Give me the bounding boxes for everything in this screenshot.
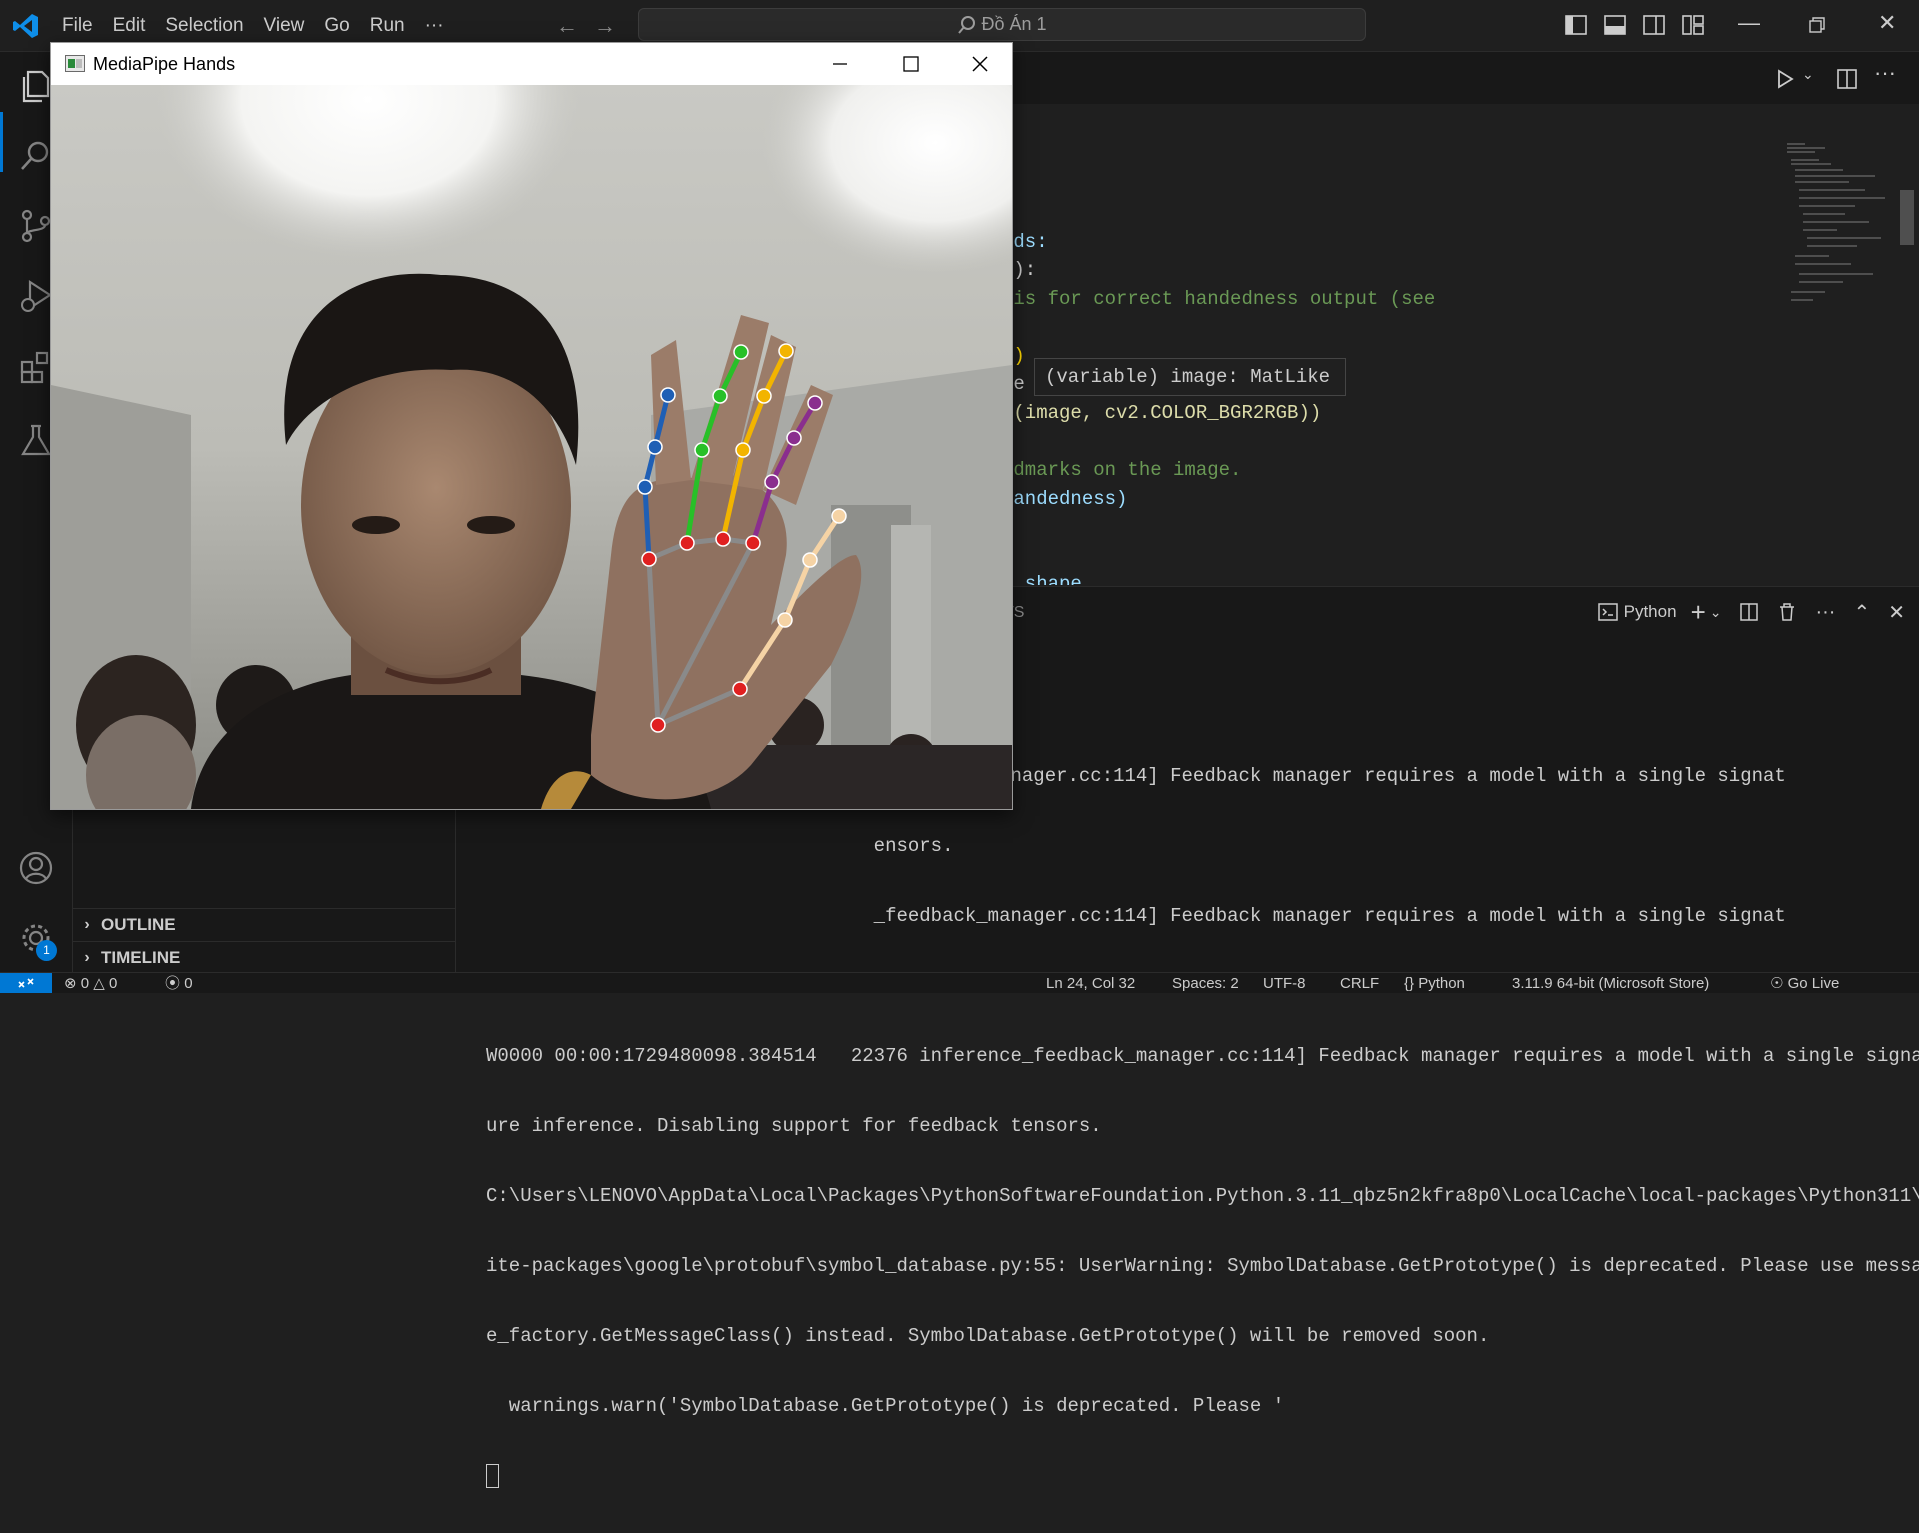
timeline-label: TIMELINE xyxy=(101,948,181,967)
status-bar: ⊗ 0 △ 0 ⦿ 0 Ln 24, Col 32 Spaces: 2 UTF-… xyxy=(0,972,1919,993)
command-center-label: Đồ Án 1 xyxy=(981,14,1047,34)
new-terminal-icon[interactable]: + xyxy=(1691,597,1706,628)
chevron-right-icon: › xyxy=(84,949,90,966)
more-actions-icon[interactable]: ··· xyxy=(1815,601,1835,624)
go-live-button[interactable]: ☉ Go Live xyxy=(1770,973,1839,993)
trash-icon[interactable] xyxy=(1777,602,1797,622)
restore-icon[interactable] xyxy=(1808,16,1826,34)
ports-icon: ⦿ xyxy=(165,975,181,992)
code-line: xis for correct handedness output (see xyxy=(1002,285,1435,313)
cv-maximize-icon[interactable] xyxy=(897,51,925,77)
problems-indicator[interactable]: ⊗ 0 △ 0 xyxy=(64,973,117,993)
close-panel-icon[interactable]: ✕ xyxy=(1888,600,1905,625)
cv-minimize-icon[interactable] xyxy=(826,51,854,77)
manage-badge: 1 xyxy=(36,940,57,961)
terminal-line: W0000 00:00:1729480098.384514 22376 infe… xyxy=(486,1045,1919,1067)
code-line: handedness) xyxy=(1002,485,1127,513)
source-control-icon[interactable] xyxy=(18,208,54,244)
chevron-right-icon: › xyxy=(84,916,90,933)
terminal-line: ure inference. Disabling support for fee… xyxy=(486,1115,1102,1137)
camera-feed-image xyxy=(51,85,1012,809)
error-count: 0 xyxy=(80,975,90,992)
cv-close-icon[interactable] xyxy=(966,51,994,77)
maximize-panel-chevron-icon[interactable]: ⌃ xyxy=(1853,600,1870,625)
toggle-primary-sidebar-icon[interactable] xyxy=(1565,14,1587,36)
go-live-label: Go Live xyxy=(1787,975,1840,992)
run-python-file-icon[interactable] xyxy=(1774,68,1796,90)
terminal-cursor xyxy=(486,1463,499,1488)
cv-window-title: MediaPipe Hands xyxy=(93,54,236,74)
command-center-search[interactable]: Đồ Án 1 xyxy=(638,8,1366,41)
customize-layout-icon[interactable] xyxy=(1682,14,1704,36)
broadcast-icon: ☉ xyxy=(1770,975,1784,992)
terminal-dropdown-chevron-icon[interactable]: ⌄ xyxy=(1710,604,1722,621)
terminal-cursor-line xyxy=(486,1463,1919,1489)
encoding[interactable]: UTF-8 xyxy=(1263,973,1306,993)
cursor-position[interactable]: Ln 24, Col 32 xyxy=(1046,973,1135,993)
run-debug-icon[interactable] xyxy=(18,278,54,314)
braces-icon: {} xyxy=(1404,975,1415,992)
hover-tooltip: (variable) image: MatLike xyxy=(1034,358,1346,396)
minimize-icon[interactable]: — xyxy=(1738,10,1760,36)
terminal-line: C:\Users\LENOVO\AppData\Local\Packages\P… xyxy=(486,1185,1919,1207)
timeline-section[interactable]: › TIMELINE xyxy=(73,941,455,974)
mediapipe-window[interactable]: MediaPipe Hands xyxy=(50,42,1013,810)
python-interpreter[interactable]: 3.11.9 64-bit (Microsoft Store) xyxy=(1512,973,1709,993)
forward-arrow-icon[interactable]: → xyxy=(594,13,616,39)
code-line: e.shape xyxy=(1002,570,1082,585)
terminal-line: ensors. xyxy=(486,835,954,857)
indentation[interactable]: Spaces: 2 xyxy=(1172,973,1239,993)
terminal-icon xyxy=(1597,603,1618,621)
vscode-logo-icon xyxy=(13,14,38,38)
panel-toolbar: Python + ⌄ ··· ⌃ ✕ xyxy=(1597,587,1919,637)
active-indicator xyxy=(0,112,3,172)
code-text: ndmarks on the image. xyxy=(1002,459,1242,481)
close-icon[interactable]: ✕ xyxy=(1878,10,1896,36)
remote-indicator[interactable] xyxy=(0,973,52,993)
search-icon[interactable] xyxy=(18,138,54,174)
toggle-secondary-sidebar-icon[interactable] xyxy=(1643,14,1665,36)
terminal-line: warnings.warn('SymbolDatabase.GetPrototy… xyxy=(486,1395,1285,1417)
split-terminal-icon[interactable] xyxy=(1739,602,1759,622)
code-text: r(image, cv2.COLOR_BGR2RGB)) xyxy=(1002,402,1322,424)
warning-icon: △ xyxy=(93,975,105,992)
end-of-line[interactable]: CRLF xyxy=(1340,973,1379,993)
language-label: Python xyxy=(1418,975,1465,992)
code-text: e.shape xyxy=(1002,573,1082,585)
split-editor-icon[interactable] xyxy=(1836,68,1858,90)
camera-frame xyxy=(51,85,1012,809)
toggle-panel-icon[interactable] xyxy=(1604,14,1626,36)
language-mode[interactable]: {} Python xyxy=(1404,973,1465,993)
search-icon xyxy=(958,15,976,34)
more-actions-icon[interactable]: ··· xyxy=(1874,60,1896,86)
editor-scrollbar[interactable] xyxy=(1900,190,1914,245)
code-line: ndmarks on the image. xyxy=(1002,456,1241,484)
code-text: handedness) xyxy=(1002,488,1128,510)
testing-icon[interactable] xyxy=(18,422,54,458)
terminal-profile-label[interactable]: Python xyxy=(1624,602,1677,622)
app-window-icon xyxy=(65,55,85,72)
outline-label: OUTLINE xyxy=(101,915,176,934)
back-arrow-icon[interactable]: ← xyxy=(556,13,578,39)
code-line: r(image, cv2.COLOR_BGR2RGB)) xyxy=(1002,399,1321,427)
warning-count: 0 xyxy=(108,975,118,992)
terminal-line: ite-packages\google\protobuf\symbol_data… xyxy=(486,1255,1919,1277)
error-icon: ⊗ xyxy=(64,975,77,992)
outline-section[interactable]: › OUTLINE xyxy=(73,908,455,941)
explorer-icon[interactable] xyxy=(18,68,54,104)
accounts-icon[interactable] xyxy=(18,850,54,886)
ports-count: 0 xyxy=(184,975,193,992)
run-dropdown-chevron-icon[interactable]: ⌄ xyxy=(1802,66,1814,83)
extensions-icon[interactable] xyxy=(18,348,54,384)
cv-window-titlebar[interactable]: MediaPipe Hands xyxy=(51,43,1012,85)
terminal-line: _feedback_manager.cc:114] Feedback manag… xyxy=(486,905,1786,927)
remote-icon xyxy=(18,978,34,988)
code-text: xis for correct handedness output (see xyxy=(1002,288,1436,310)
minimap[interactable] xyxy=(1785,140,1905,310)
terminal-line: e_factory.GetMessageClass() instead. Sym… xyxy=(486,1325,1490,1347)
ports-indicator[interactable]: ⦿ 0 xyxy=(165,973,193,993)
